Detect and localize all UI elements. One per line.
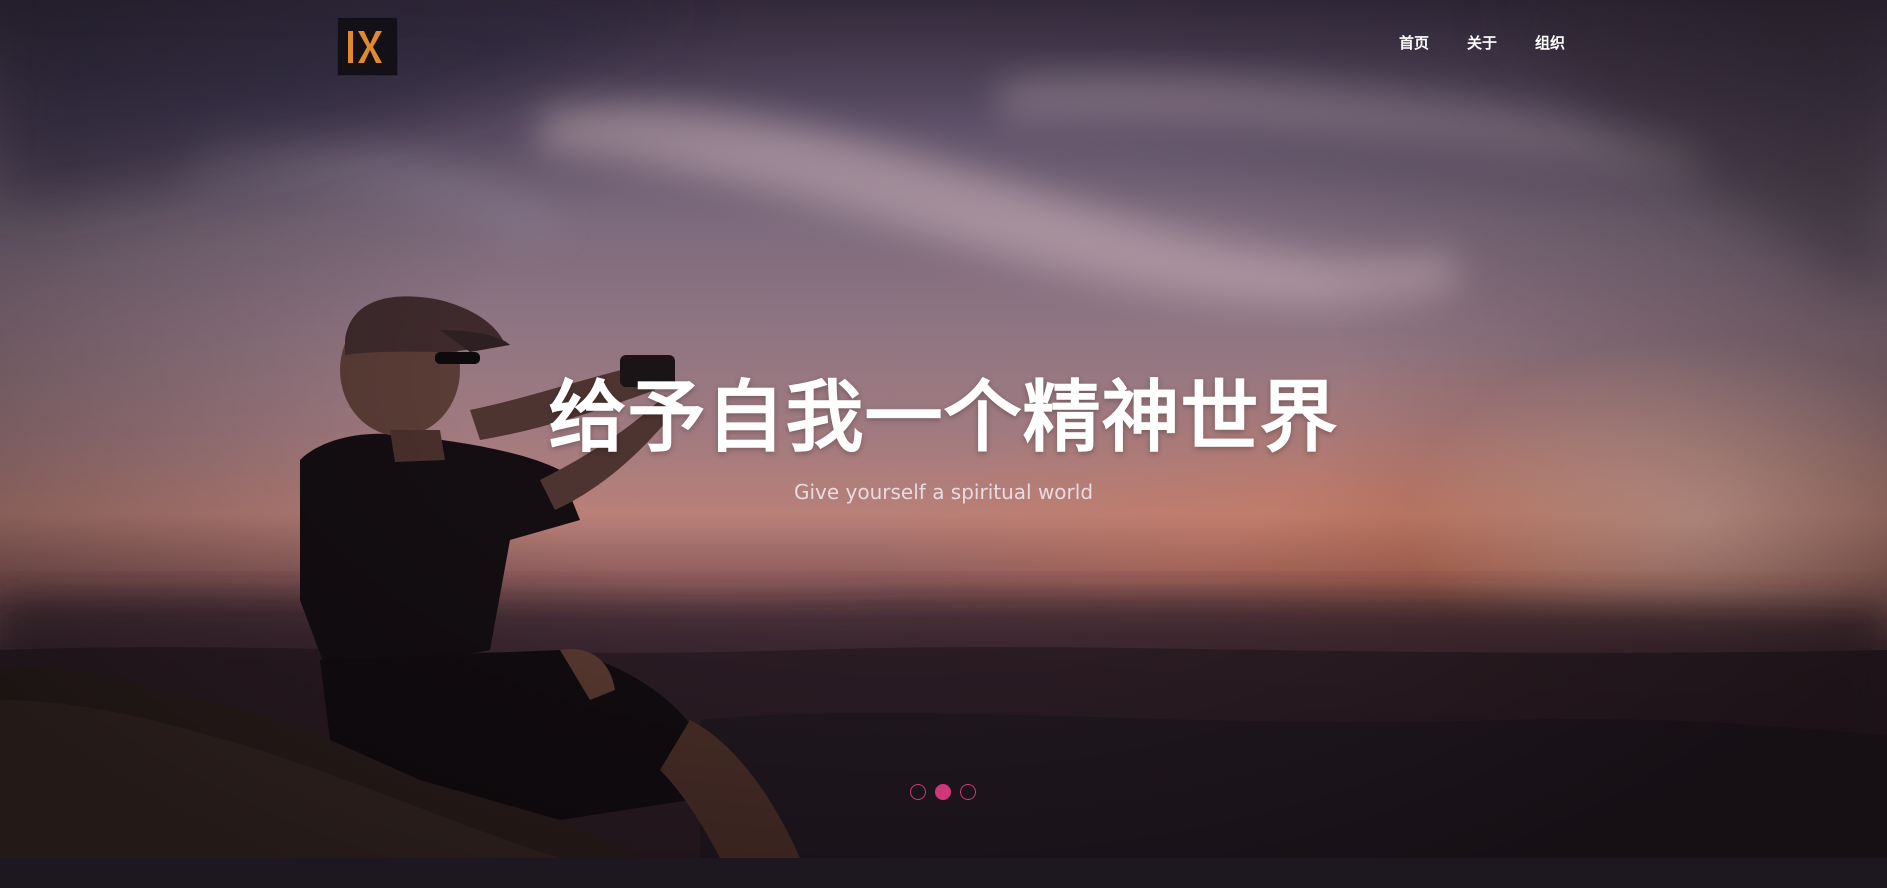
hero-subtitle: Give yourself a spiritual world: [793, 480, 1094, 504]
hero-title: 给予自我一个精神世界: [548, 373, 1339, 463]
carousel-indicators: [910, 784, 976, 800]
carousel-dot-1[interactable]: [910, 784, 926, 800]
top-navigation: 首页 关于 组织: [1380, 32, 1584, 54]
nav-link-about[interactable]: 关于: [1448, 32, 1516, 54]
hero-banner: 首页 关于 组织 给予自我一个精神世界 Give yourself a spir…: [0, 0, 1887, 858]
site-logo[interactable]: [337, 17, 398, 76]
carousel-dot-3[interactable]: [960, 784, 976, 800]
carousel-dot-2[interactable]: [935, 784, 951, 800]
nav-link-organization[interactable]: 组织: [1516, 32, 1584, 54]
logo-mark-icon: [347, 30, 382, 63]
nav-link-home[interactable]: 首页: [1380, 32, 1448, 54]
page-bottom-band: [0, 858, 1887, 888]
